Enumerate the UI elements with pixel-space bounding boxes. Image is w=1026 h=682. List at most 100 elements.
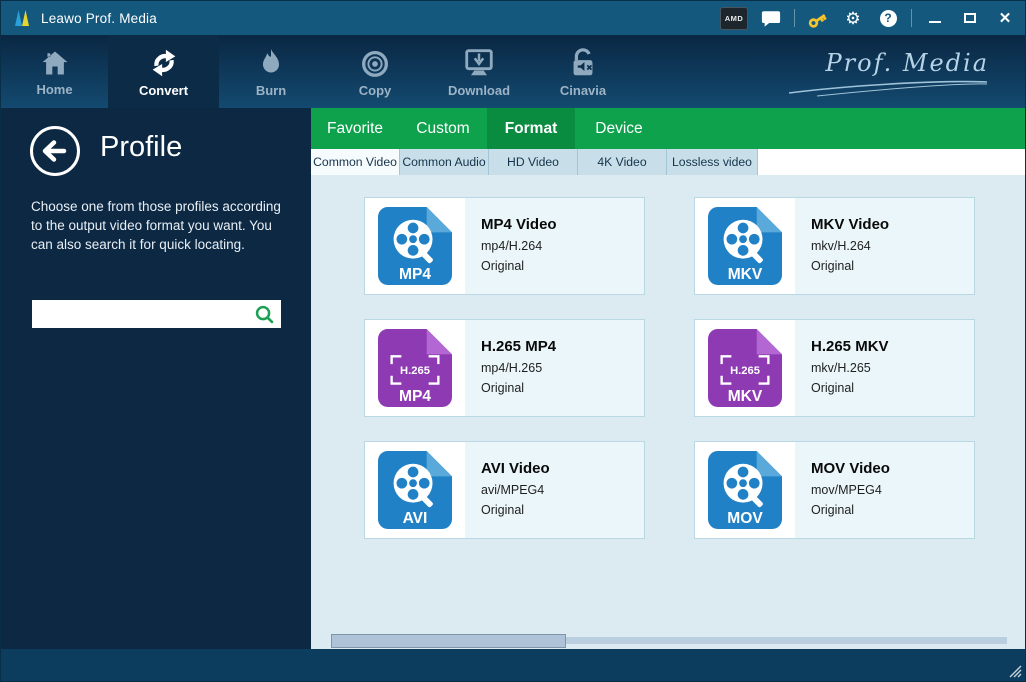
avi-file-icon: AVI [378, 451, 452, 529]
nav-item-home[interactable]: Home [1, 35, 108, 108]
nav-label: Convert [138, 82, 189, 98]
profile-title: MOV Video [811, 460, 890, 477]
profile-quality: Original [811, 381, 855, 395]
status-bar [1, 649, 1025, 681]
card-icon-zone: MOV [695, 442, 795, 538]
profiles-grid: MP4 MP4 Video mp4/H.264 Original MKV MKV… [364, 197, 975, 539]
mkv-file-icon: MKV [708, 207, 782, 285]
download-icon [465, 48, 493, 75]
profile-quality: Original [811, 503, 855, 517]
card-icon-zone: MKV [695, 198, 795, 294]
mov-file-icon: MOV [708, 451, 782, 529]
profile-quality: Original [481, 381, 525, 395]
copy-disc-icon [362, 50, 388, 77]
settings-gear-icon[interactable]: ⚙ [841, 6, 865, 30]
card-text: MKV Video mkv/H.264 Original [795, 198, 889, 294]
svg-text:H.265: H.265 [730, 365, 760, 377]
tab-custom[interactable]: Custom [399, 108, 487, 149]
profile-card-avi[interactable]: AVI AVI Video avi/MPEG4 Original [364, 441, 645, 539]
titlebar-separator [911, 9, 912, 27]
nav-label: Home [36, 81, 73, 97]
nav-item-convert[interactable]: Convert [108, 35, 219, 108]
home-icon [42, 50, 67, 75]
profile-description: Choose one from those profiles according… [31, 199, 281, 252]
profile-title: AVI Video [481, 460, 550, 477]
profile-card-mp4[interactable]: MP4 MP4 Video mp4/H.264 Original [364, 197, 645, 295]
profile-format: mkv/H.264 [811, 239, 871, 253]
card-icon-zone: H.265 MP4 [365, 320, 465, 416]
help-icon[interactable]: ? [876, 6, 900, 30]
feedback-icon[interactable] [759, 6, 783, 30]
subtab-lossless-video[interactable]: Lossless video [667, 149, 758, 175]
profile-title: H.265 MKV [811, 338, 889, 355]
profile-card-h265-mp4[interactable]: H.265 MP4 H.265 MP4 mp4/H.265 Original [364, 319, 645, 417]
svg-text:MP4: MP4 [399, 388, 431, 405]
h265-mkv-file-icon: H.265 MKV [708, 329, 782, 407]
back-arrow-icon [30, 126, 80, 176]
nav-item-burn[interactable]: Burn [219, 35, 323, 108]
profile-format: avi/MPEG4 [481, 483, 545, 497]
minimize-button[interactable] [923, 6, 947, 30]
app-logo-icon [15, 10, 29, 26]
nav-label: Burn [255, 82, 287, 98]
profile-format: mp4/H.265 [481, 361, 543, 375]
card-text: AVI Video avi/MPEG4 Original [465, 442, 550, 538]
search-input[interactable] [32, 300, 254, 328]
card-text: H.265 MP4 mp4/H.265 Original [465, 320, 556, 416]
profile-card-h265-mkv[interactable]: H.265 MKV H.265 MKV mkv/H.265 Original [694, 319, 975, 417]
card-icon-zone: AVI [365, 442, 465, 538]
tab-favorite[interactable]: Favorite [311, 108, 399, 149]
close-button[interactable]: ✕ [993, 6, 1017, 30]
nav-item-cinavia[interactable]: Cinavia [531, 35, 635, 108]
card-icon-zone: H.265 MKV [695, 320, 795, 416]
burn-flame-icon [262, 48, 280, 72]
svg-text:MKV: MKV [728, 388, 763, 405]
profile-sidebar: Profile Choose one from those profiles a… [1, 108, 311, 651]
card-text: MOV Video mov/MPEG4 Original [795, 442, 890, 538]
format-subtabbar: Common Video Common Audio HD Video 4K Vi… [311, 149, 1025, 175]
amd-radeon-badge: AMD [720, 6, 748, 30]
h265-mp4-file-icon: H.265 MP4 [378, 329, 452, 407]
profile-card-mkv[interactable]: MKV MKV Video mkv/H.264 Original [694, 197, 975, 295]
profile-title: H.265 MP4 [481, 338, 557, 355]
subtab-common-video[interactable]: Common Video [311, 149, 400, 175]
titlebar: Leawo Prof. Media AMD ⚙ ? ✕ [1, 1, 1025, 35]
convert-icon [152, 49, 175, 76]
search-icon[interactable] [254, 304, 275, 325]
tab-format[interactable]: Format [487, 108, 575, 149]
main-navbar: Home Convert Burn Copy Download Cinavia … [1, 35, 1025, 108]
nav-label: Copy [358, 82, 392, 98]
page-title: Profile [100, 131, 183, 163]
subtab-4k-video[interactable]: 4K Video [578, 149, 667, 175]
profile-search [32, 300, 281, 328]
register-key-icon[interactable] [806, 6, 830, 30]
subtab-hd-video[interactable]: HD Video [489, 149, 578, 175]
tab-device[interactable]: Device [575, 108, 663, 149]
brand-text: Prof. Media [825, 49, 989, 77]
card-text: H.265 MKV mkv/H.265 Original [795, 320, 889, 416]
profile-format: mkv/H.265 [811, 361, 871, 375]
svg-text:MKV: MKV [728, 266, 763, 283]
profile-title: MP4 Video [481, 216, 557, 233]
maximize-button[interactable] [958, 6, 982, 30]
card-icon-zone: MP4 [365, 198, 465, 294]
profiles-content: MP4 MP4 Video mp4/H.264 Original MKV MKV… [311, 175, 1025, 651]
card-text: MP4 Video mp4/H.264 Original [465, 198, 557, 294]
cinavia-lock-icon [573, 47, 593, 75]
resize-grip[interactable] [1008, 664, 1022, 678]
horizontal-scrollbar-thumb[interactable] [331, 634, 566, 648]
nav-item-download[interactable]: Download [427, 35, 531, 108]
nav-item-copy[interactable]: Copy [323, 35, 427, 108]
nav-label: Download [447, 82, 511, 98]
svg-text:H.265: H.265 [400, 365, 430, 377]
subtab-common-audio[interactable]: Common Audio [400, 149, 489, 175]
window-title: Leawo Prof. Media [41, 10, 157, 26]
profile-card-mov[interactable]: MOV MOV Video mov/MPEG4 Original [694, 441, 975, 539]
svg-text:MOV: MOV [727, 510, 763, 527]
titlebar-separator [794, 9, 795, 27]
category-tabbar: Favorite Custom Format Device [311, 108, 1025, 149]
nav-label: Cinavia [559, 82, 607, 98]
brand-signature: Prof. Media [789, 49, 989, 97]
svg-text:AVI: AVI [403, 510, 428, 527]
back-button[interactable] [29, 125, 81, 177]
